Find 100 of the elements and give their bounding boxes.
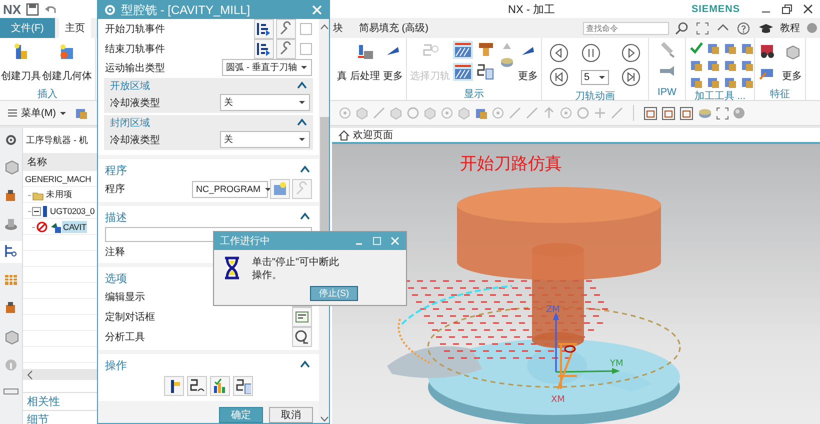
tree-item[interactable]: 未用项	[45, 188, 74, 202]
dialog-layout-icon[interactable]	[292, 307, 312, 327]
box-icon[interactable]	[457, 106, 471, 120]
ribbon-button[interactable]: 更多	[518, 41, 538, 85]
file-menu-tab[interactable]: 文件(F)	[0, 18, 55, 38]
line-icon[interactable]	[508, 106, 522, 120]
rewind-icon[interactable]	[549, 43, 569, 63]
scrollbar[interactable]	[23, 369, 100, 380]
analysis-icon[interactable]	[292, 327, 312, 347]
ipw-icon[interactable]	[658, 63, 676, 79]
ribbon-tab[interactable]: 块	[327, 18, 349, 38]
machining-tool-icon[interactable]	[723, 41, 737, 55]
dropdown[interactable]: 关	[220, 131, 310, 148]
machining-tool-icon[interactable]	[723, 58, 737, 72]
dropdown[interactable]: NC_PROGRAM	[192, 180, 268, 198]
ribbon-tab[interactable]: 主页	[59, 18, 91, 38]
plus-icon[interactable]	[593, 106, 607, 120]
menu-button[interactable]: 菜单(M)	[3, 106, 71, 120]
tree-item[interactable]: CAVIT	[62, 221, 88, 233]
line-icon[interactable]	[525, 106, 539, 120]
gear-icon[interactable]	[5, 134, 17, 146]
play-icon[interactable]	[621, 43, 641, 63]
point-icon[interactable]	[491, 106, 505, 120]
machining-tool-icon[interactable]	[689, 58, 703, 72]
ribbon-tab[interactable]: 简易填充 (高级)	[353, 18, 434, 38]
fixture-icon[interactable]	[3, 216, 19, 232]
close-icon[interactable]	[802, 3, 814, 15]
hatched-block-icon[interactable]	[453, 63, 473, 81]
box-icon[interactable]	[389, 106, 403, 120]
checkbox[interactable]	[300, 23, 312, 35]
ribbon-button[interactable]: 真	[337, 41, 347, 85]
tree-item[interactable]: GENERIC_MACH	[24, 173, 92, 185]
line-icon[interactable]	[610, 106, 624, 120]
fullscreen-icon[interactable]	[716, 106, 729, 120]
layers-icon[interactable]	[697, 106, 713, 120]
machining-tool-icon[interactable]	[689, 75, 703, 89]
view-icon[interactable]	[661, 106, 676, 120]
box-icon[interactable]	[355, 106, 369, 120]
dropdown[interactable]: 关	[220, 94, 310, 111]
checkmark-icon[interactable]	[689, 41, 703, 55]
step-back-icon[interactable]	[549, 67, 569, 87]
document-tab[interactable]: 欢迎页面	[332, 128, 399, 142]
tutorial-link[interactable]: 教程	[780, 21, 800, 35]
checkbox[interactable]	[300, 43, 312, 55]
collapse-icon[interactable]	[297, 118, 307, 128]
search-field[interactable]: 查找命令	[583, 22, 669, 34]
hatched-block-icon[interactable]	[453, 41, 473, 59]
collapse-icon[interactable]	[300, 212, 310, 222]
cutter-icon[interactable]	[476, 41, 496, 59]
selection-icon[interactable]	[74, 106, 88, 120]
search-icon[interactable]	[675, 22, 688, 34]
save-icon[interactable]	[26, 2, 40, 16]
arrow-icon[interactable]	[542, 106, 556, 120]
restore-icon[interactable]	[781, 3, 793, 15]
ribbon-button[interactable]: 更多	[782, 41, 802, 85]
maximize-icon[interactable]	[372, 236, 382, 246]
path-document-icon[interactable]	[476, 63, 496, 81]
ribbon-button[interactable]: 更多	[383, 41, 403, 85]
info-icon[interactable]	[4, 358, 18, 372]
view-icon[interactable]	[679, 106, 694, 120]
machining-tool-icon[interactable]	[723, 75, 737, 89]
wrench-icon[interactable]	[276, 39, 296, 59]
group-title[interactable]: 封闭区域	[110, 116, 150, 130]
section-title[interactable]: 操作	[105, 358, 127, 372]
circle-icon[interactable]	[406, 106, 420, 120]
section-title[interactable]: 选项	[105, 270, 127, 286]
box-icon[interactable]	[423, 106, 437, 120]
collapse-icon[interactable]	[300, 360, 310, 370]
dropdown[interactable]: 圆弧 - 垂直于刀轴	[222, 59, 312, 76]
graduation-cap-icon[interactable]	[758, 22, 774, 34]
circle-icon[interactable]	[576, 106, 590, 120]
machining-tool-icon[interactable]	[706, 75, 720, 89]
point-icon[interactable]	[559, 106, 573, 120]
expander-icon[interactable]	[32, 206, 41, 216]
verify-icon[interactable]	[210, 376, 230, 396]
collapse-icon[interactable]	[297, 81, 307, 91]
help-icon[interactable]	[737, 22, 750, 34]
line-icon[interactable]	[372, 106, 386, 120]
section-title[interactable]: 描述	[105, 210, 127, 224]
ribbon-button[interactable]: 后处理	[350, 41, 380, 85]
group-title[interactable]: 开放区域	[110, 79, 150, 93]
sphere-icon[interactable]	[732, 106, 746, 120]
machining-tool-icon[interactable]	[706, 58, 720, 72]
collapse-icon[interactable]	[300, 165, 310, 175]
machining-tool-icon[interactable]	[740, 41, 754, 55]
generate-icon[interactable]	[164, 376, 184, 396]
ribbon-button[interactable]: 创建刀具	[1, 41, 41, 85]
new-program-icon[interactable]	[270, 179, 290, 199]
fullscreen-icon[interactable]	[696, 22, 709, 34]
machining-tool-icon[interactable]	[740, 75, 754, 89]
point-icon[interactable]	[338, 106, 352, 120]
section-title[interactable]: 程序	[105, 162, 127, 178]
grid-icon[interactable]	[3, 272, 19, 288]
view-icon[interactable]	[643, 106, 658, 120]
cancel-button[interactable]: 取消	[269, 407, 313, 423]
step-forward-icon[interactable]	[621, 67, 641, 87]
speed-dropdown[interactable]: 5	[581, 70, 609, 84]
point-icon[interactable]	[440, 106, 454, 120]
pause-icon[interactable]	[581, 43, 601, 63]
ribbon-button[interactable]: 创建几何体	[42, 41, 92, 85]
